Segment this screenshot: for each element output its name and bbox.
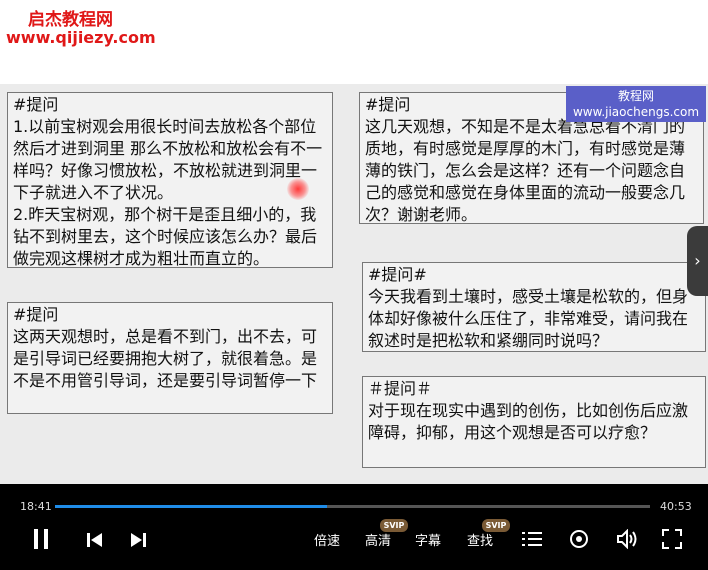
- subtitle-button[interactable]: 字幕: [415, 530, 441, 549]
- question-note-2: #提问 这两天观想时，总是看不到门，出不去，可是引导词已经要拥抱大树了，就很着急…: [7, 302, 333, 414]
- progress-bar[interactable]: [55, 505, 650, 508]
- watermark-title: 启杰教程网: [28, 10, 113, 30]
- overlay-watermark-line2: www.jiaochengs.com: [572, 105, 700, 119]
- volume-button[interactable]: [616, 528, 638, 550]
- search-button[interactable]: 查找: [467, 530, 493, 549]
- total-time: 40:53: [660, 500, 692, 513]
- side-expand-button[interactable]: ›: [687, 226, 708, 296]
- view-mode-button[interactable]: [569, 529, 589, 549]
- fullscreen-button[interactable]: [662, 529, 682, 549]
- current-time: 18:41: [20, 500, 52, 513]
- pointer-dot: [287, 178, 309, 200]
- player-controls: 18:41 40:53 倍速 SVIP 高清 字幕 SVIP 查找: [0, 484, 708, 570]
- fullscreen-icon: [662, 529, 682, 549]
- previous-button[interactable]: [86, 531, 104, 549]
- video-frame[interactable]: #提问 1.以前宝树观会用很长时间去放松各个部位然后才进到洞里 那么不放松和放松…: [0, 84, 708, 484]
- top-watermark-bar: 启杰教程网 www.qijiezy.com: [0, 0, 708, 84]
- question-note-1: #提问 1.以前宝树观会用很长时间去放松各个部位然后才进到洞里 那么不放松和放松…: [7, 92, 333, 268]
- next-button[interactable]: [129, 531, 147, 549]
- volume-icon: [617, 528, 637, 550]
- progress-fill: [55, 505, 327, 508]
- playlist-button[interactable]: [522, 530, 542, 548]
- overlay-watermark-line1: 教程网: [617, 89, 654, 103]
- next-icon: [131, 533, 146, 547]
- speed-button[interactable]: 倍速: [314, 530, 340, 549]
- eye-icon: [570, 530, 588, 548]
- playlist-icon: [522, 532, 542, 546]
- question-note-5: ＃提问＃ 对于现在现实中遇到的创伤，比如创伤后应激障碍，抑郁，用这个观想是否可以…: [362, 376, 706, 468]
- quality-button[interactable]: 高清: [365, 530, 391, 549]
- chevron-right-icon: ›: [694, 251, 701, 270]
- previous-icon: [87, 533, 102, 547]
- watermark-url: www.qijiezy.com: [6, 28, 156, 47]
- overlay-watermark: 教程网 www.jiaochengs.com: [566, 86, 706, 122]
- question-note-4: #提问# 今天我看到土壤时，感受土壤是松软的，但身体却好像被什么压住了，非常难受…: [362, 262, 706, 352]
- pause-button[interactable]: [31, 528, 51, 550]
- pause-icon: [34, 529, 48, 549]
